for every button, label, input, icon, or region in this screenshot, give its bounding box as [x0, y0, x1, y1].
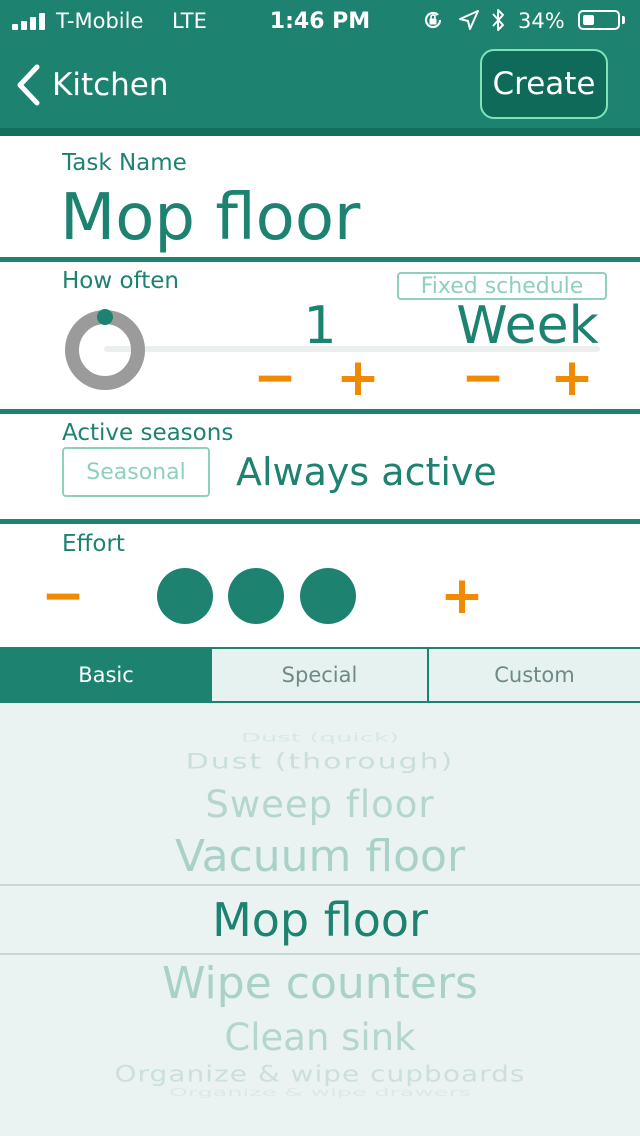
- battery-icon: [578, 10, 620, 30]
- unit-decrement-button[interactable]: −: [458, 352, 508, 404]
- section-divider: [0, 519, 640, 524]
- picker-selection-line: [0, 884, 640, 886]
- picker-item[interactable]: Wipe counters: [0, 958, 640, 1009]
- battery-level-fill: [583, 15, 594, 25]
- effort-level-dot: [157, 568, 213, 624]
- effort-level-dot: [228, 568, 284, 624]
- picker-item-selected[interactable]: Mop floor: [0, 893, 640, 947]
- section-divider: [0, 257, 640, 262]
- task-picker[interactable]: Dust (quick) Dust (thorough) Sweep floor…: [0, 703, 640, 1136]
- frequency-dial[interactable]: [60, 305, 150, 395]
- picker-item[interactable]: Sweep floor: [0, 783, 640, 826]
- season-status: Always active: [236, 450, 497, 494]
- unit-increment-button[interactable]: +: [547, 352, 597, 404]
- seasonal-button[interactable]: Seasonal: [62, 447, 210, 497]
- frequency-unit: Week: [456, 296, 599, 356]
- task-name-label: Task Name: [62, 150, 187, 176]
- section-divider: [0, 409, 640, 414]
- effort-decrement-button[interactable]: −: [38, 570, 88, 622]
- tab-custom[interactable]: Custom: [429, 649, 640, 701]
- tab-basic[interactable]: Basic: [0, 649, 212, 701]
- battery-terminal: [622, 16, 625, 24]
- effort-increment-button[interactable]: +: [437, 570, 487, 622]
- picker-item[interactable]: Dust (quick): [0, 731, 640, 745]
- task-name-input[interactable]: [60, 178, 620, 258]
- back-button[interactable]: Kitchen: [14, 58, 169, 112]
- create-button[interactable]: Create: [480, 49, 608, 119]
- count-increment-button[interactable]: +: [333, 352, 383, 404]
- navigation-bar-divider: [0, 128, 640, 136]
- picker-item[interactable]: Clean sink: [0, 1016, 640, 1059]
- frequency-count: 1: [303, 296, 337, 356]
- active-seasons-label: Active seasons: [62, 420, 234, 446]
- count-decrement-button[interactable]: −: [250, 352, 300, 404]
- bluetooth-icon: [492, 9, 504, 31]
- how-often-label: How often: [62, 268, 179, 294]
- category-tab-bar: Basic Special Custom: [0, 647, 640, 703]
- chevron-left-icon: [17, 64, 40, 106]
- location-arrow-icon: [459, 10, 479, 30]
- back-button-label: Kitchen: [52, 67, 169, 103]
- tab-special[interactable]: Special: [212, 649, 429, 701]
- picker-item[interactable]: Vacuum floor: [0, 831, 640, 882]
- picker-item[interactable]: Organize & wipe cupboards: [0, 1061, 640, 1087]
- picker-selection-line: [0, 953, 640, 955]
- effort-level-dot: [300, 568, 356, 624]
- picker-item[interactable]: Organize & wipe drawers: [0, 1086, 640, 1099]
- effort-label: Effort: [62, 531, 125, 557]
- orientation-lock-icon: [424, 11, 442, 29]
- battery-percentage: 34%: [518, 9, 565, 33]
- picker-item[interactable]: Dust (thorough): [0, 749, 640, 774]
